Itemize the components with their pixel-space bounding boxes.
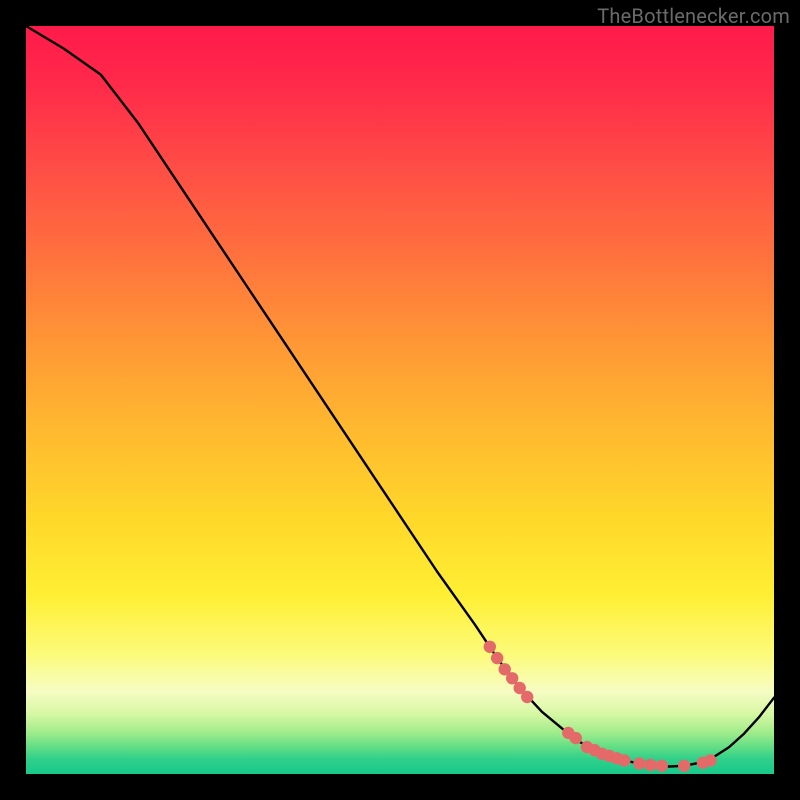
curve-line [26, 26, 774, 767]
red-dot [491, 652, 503, 664]
red-dot [506, 672, 518, 684]
chart-frame: TheBottlenecker.com [0, 0, 800, 800]
red-dot [656, 760, 668, 772]
red-dot [633, 757, 645, 769]
red-dot-cluster [484, 641, 717, 772]
attribution-text: TheBottlenecker.com [597, 4, 790, 28]
red-dot [644, 759, 656, 771]
red-dot [704, 754, 716, 766]
red-dot [521, 691, 533, 703]
red-dot [570, 732, 582, 744]
red-dot [484, 641, 496, 653]
red-dot [678, 760, 690, 772]
chart-overlay [26, 26, 774, 774]
red-dot [618, 754, 630, 766]
